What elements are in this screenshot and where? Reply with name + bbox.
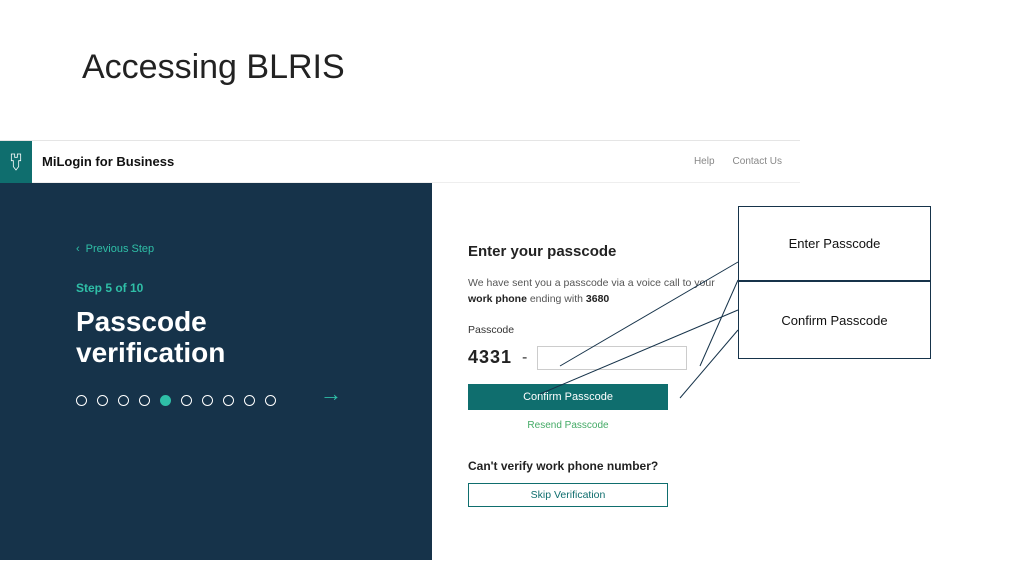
step-dot (76, 395, 87, 406)
passcode-dash: - (522, 349, 527, 367)
step-dot (223, 395, 234, 406)
step-dot (265, 395, 276, 406)
step-dot (118, 395, 129, 406)
confirm-passcode-button[interactable]: Confirm Passcode (468, 384, 668, 410)
passcode-label: Passcode (468, 324, 764, 336)
skip-verification-button[interactable]: Skip Verification (468, 483, 668, 507)
logo-icon (0, 141, 32, 183)
passcode-input[interactable] (537, 346, 687, 370)
step-dot (97, 395, 108, 406)
resend-passcode-link[interactable]: Resend Passcode (468, 420, 668, 431)
next-arrow-icon[interactable]: → (320, 381, 342, 407)
cant-verify-heading: Can't verify work phone number? (468, 459, 764, 473)
annotation-enter-passcode: Enter Passcode (738, 206, 931, 281)
step-dot-active (160, 395, 171, 406)
step-counter: Step 5 of 10 (76, 281, 432, 295)
slide-title: Accessing BLRIS (0, 0, 1024, 87)
contact-link[interactable]: Contact Us (733, 156, 782, 167)
app-window: MiLogin for Business Help Contact Us Pre… (0, 140, 800, 560)
step-dots (76, 395, 432, 406)
stepper-sidebar: Previous Step Step 5 of 10 Passcode veri… (0, 183, 432, 560)
step-title: Passcode verification (76, 307, 296, 369)
topbar: MiLogin for Business Help Contact Us (0, 141, 800, 183)
previous-step-link[interactable]: Previous Step (76, 243, 432, 255)
form-heading: Enter your passcode (468, 243, 764, 260)
form-description: We have sent you a passcode via a voice … (468, 276, 728, 308)
brand-label: MiLogin for Business (42, 154, 174, 169)
step-dot (139, 395, 150, 406)
step-dot (202, 395, 213, 406)
step-dot (244, 395, 255, 406)
annotation-confirm-passcode: Confirm Passcode (738, 281, 931, 359)
passcode-prefix: 4331 (468, 347, 512, 368)
help-link[interactable]: Help (694, 156, 715, 167)
step-dot (181, 395, 192, 406)
